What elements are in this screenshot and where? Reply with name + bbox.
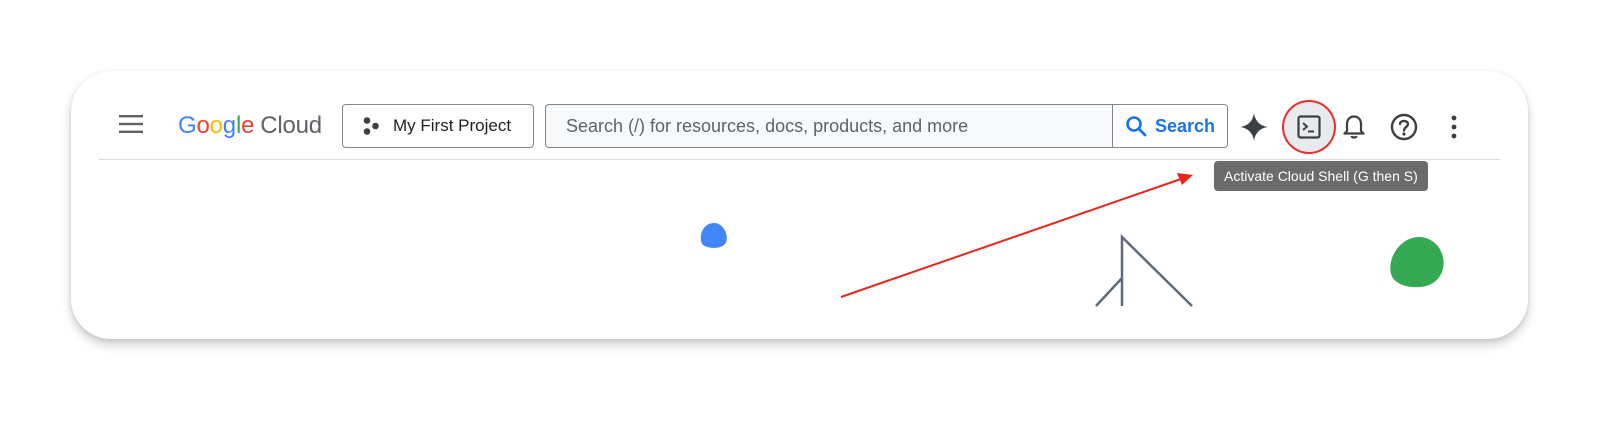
top-bar: GoogleCloud My First Project Search	[99, 71, 1500, 191]
more-vertical-icon	[1451, 115, 1457, 139]
blue-blob-shape	[700, 223, 727, 248]
help-circle-icon	[1390, 113, 1418, 141]
annotation-arrow-head	[1177, 173, 1193, 185]
mountain-line-shape	[1095, 234, 1193, 307]
activate-cloud-shell-button[interactable]	[1284, 102, 1334, 152]
more-options-button[interactable]	[1434, 107, 1474, 147]
gemini-button[interactable]	[1234, 107, 1274, 147]
logo-letter: g	[222, 112, 236, 139]
logo-letter: o	[196, 112, 210, 139]
cloud-shell-tooltip: Activate Cloud Shell (G then S)	[1214, 161, 1428, 191]
console-window: GoogleCloud My First Project Search	[71, 71, 1528, 339]
sparkle-icon	[1240, 113, 1268, 141]
search-button-label: Search	[1154, 115, 1216, 136]
search-bar: Search	[545, 104, 1228, 148]
main-menu-button[interactable]	[116, 109, 146, 139]
logo-letter: e	[241, 112, 255, 139]
search-button[interactable]: Search	[1112, 105, 1227, 147]
search-input[interactable]	[546, 105, 1112, 147]
project-nodes-icon	[363, 117, 379, 135]
annotation-arrow-line	[840, 178, 1182, 298]
search-icon	[1126, 116, 1147, 137]
logo-letter: o	[209, 112, 223, 139]
page: GoogleCloud My First Project Search	[0, 0, 1600, 447]
bell-icon	[1343, 115, 1365, 139]
project-name: My First Project	[393, 116, 512, 135]
logo-letter: G	[178, 112, 197, 139]
logo-product-name: Cloud	[260, 112, 322, 139]
hamburger-menu-icon	[119, 115, 143, 133]
help-button[interactable]	[1384, 107, 1424, 147]
green-blob-shape	[1390, 237, 1444, 288]
project-picker-button[interactable]: My First Project	[342, 104, 534, 148]
google-cloud-logo[interactable]: Go o g l e Cloud	[178, 109, 322, 143]
notifications-button[interactable]	[1334, 107, 1374, 147]
terminal-icon	[1297, 115, 1321, 139]
